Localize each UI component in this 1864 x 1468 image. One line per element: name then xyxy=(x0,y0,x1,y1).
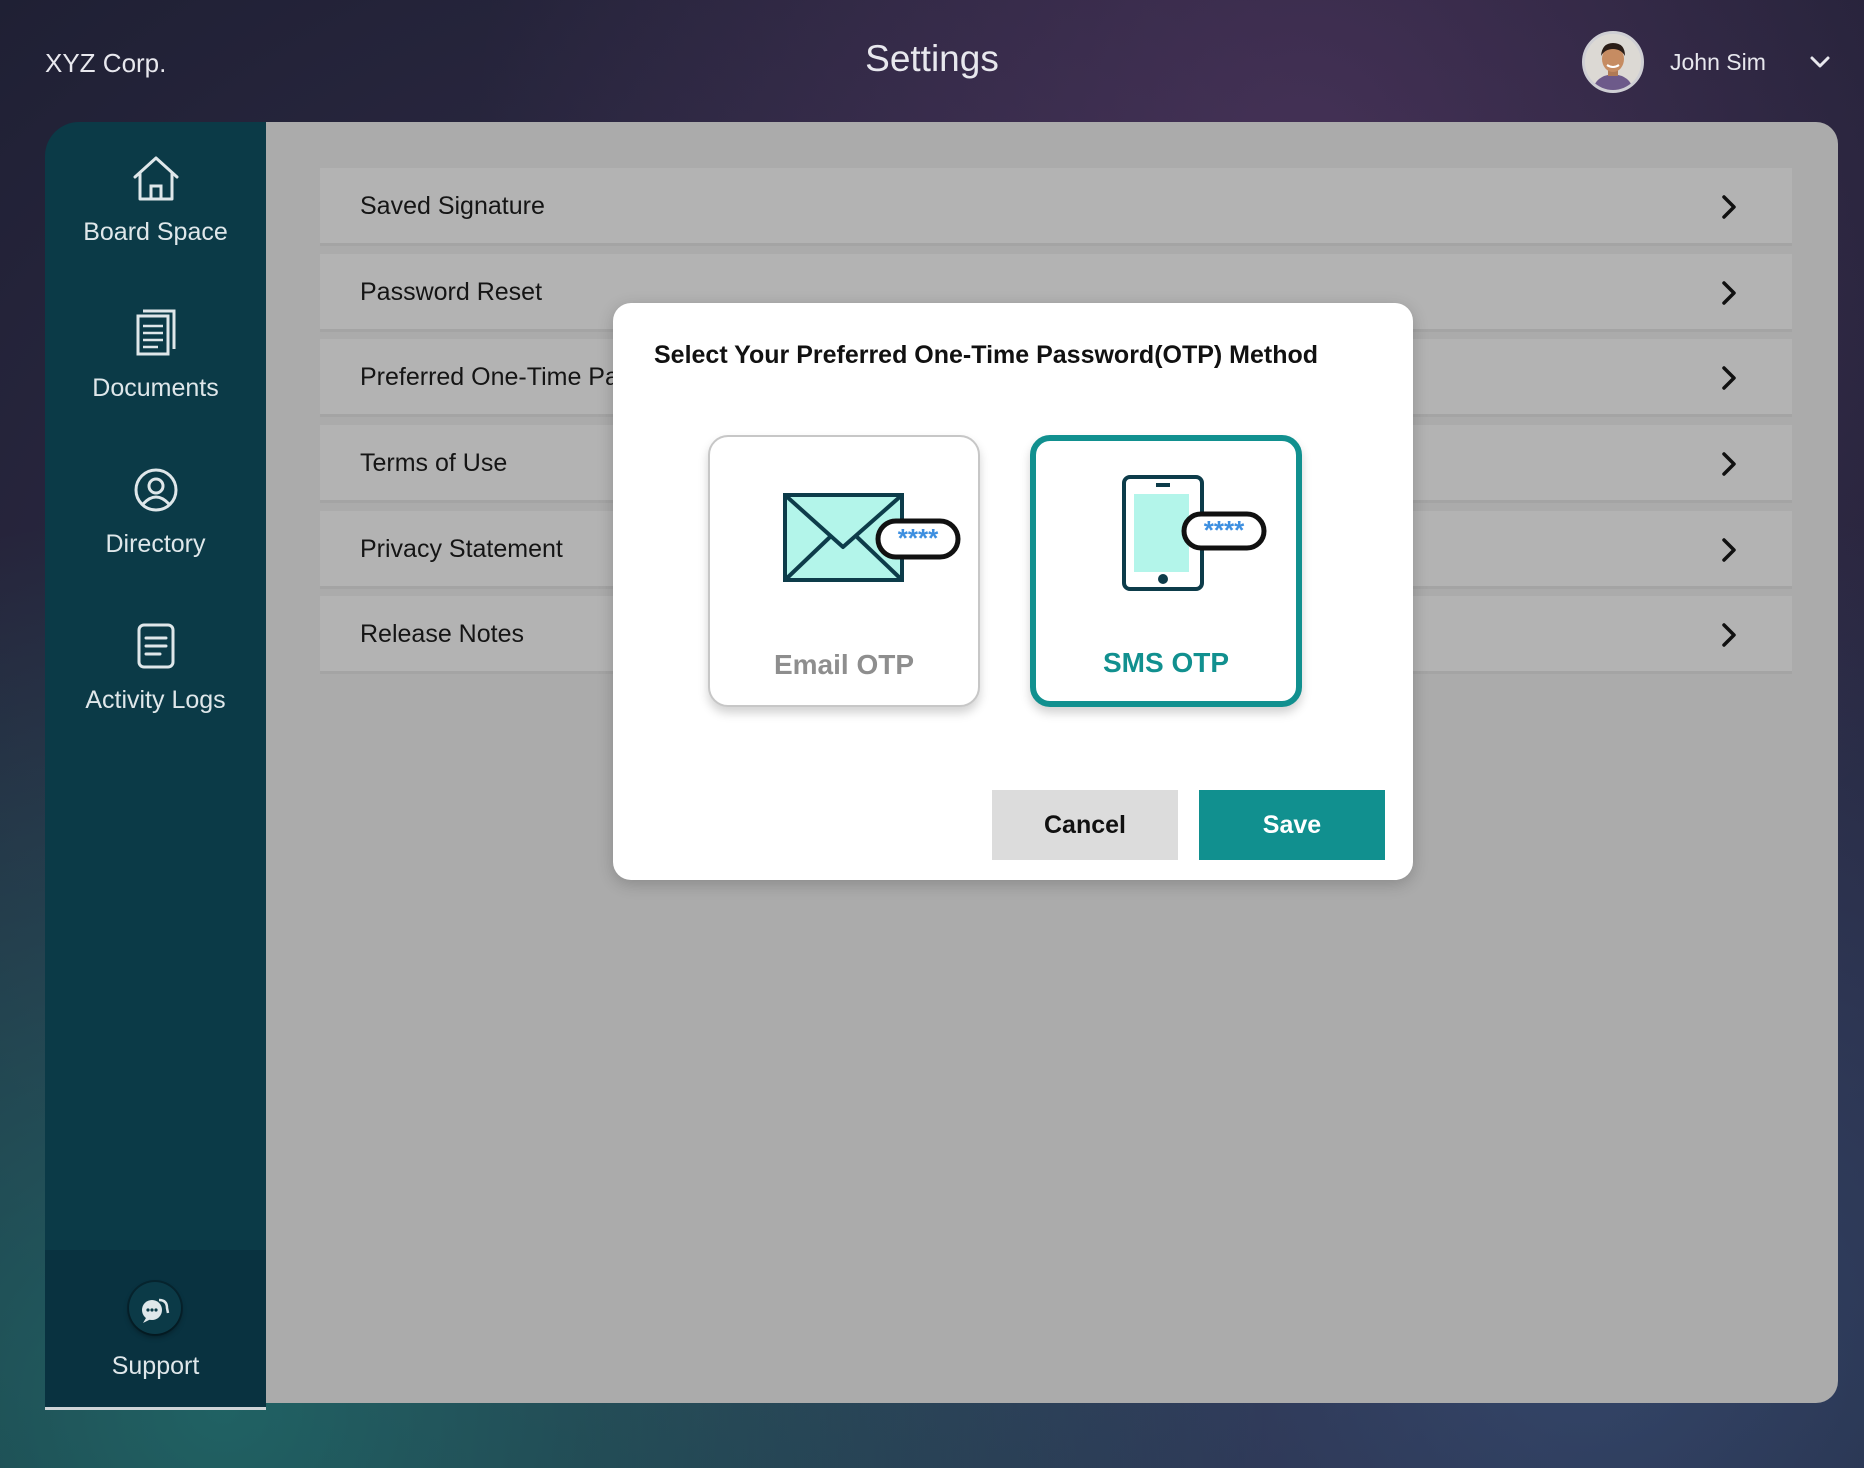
email-otp-label: Email OTP xyxy=(773,649,915,680)
settings-row-label: Preferred One-Time Pa xyxy=(360,363,619,391)
chevron-right-icon xyxy=(1722,195,1736,219)
settings-row-label: Terms of Use xyxy=(360,449,508,477)
settings-row-label: Password Reset xyxy=(360,278,543,306)
support-panel: Support xyxy=(45,1250,266,1407)
sidebar-item-directory[interactable]: Directory xyxy=(45,462,266,559)
chevron-right-icon xyxy=(1722,452,1736,476)
sidebar-item-label: Directory xyxy=(105,530,206,558)
home-icon xyxy=(133,156,178,201)
user-circle-icon xyxy=(134,468,177,512)
chat-icon xyxy=(142,1298,170,1323)
chevron-right-icon xyxy=(1722,623,1736,647)
save-button[interactable]: Save xyxy=(1199,790,1385,860)
settings-row-label: Saved Signature xyxy=(360,192,545,220)
sidebar: Board Space Documents Directory Activity… xyxy=(45,122,266,1410)
top-bar: XYZ Corp. Settings John Sim xyxy=(0,0,1864,122)
documents-icon xyxy=(136,309,175,356)
settings-row-label: Privacy Statement xyxy=(360,535,563,563)
support-button[interactable] xyxy=(129,1282,181,1334)
email-otp-mask: **** xyxy=(898,523,939,553)
sms-otp-label: SMS OTP xyxy=(1102,647,1229,678)
settings-row-saved-signature[interactable]: Saved Signature xyxy=(320,168,1792,246)
otp-method-dialog: Select Your Preferred One-Time Password(… xyxy=(613,303,1413,880)
support-label[interactable]: Support xyxy=(45,1352,266,1381)
chevron-down-icon[interactable] xyxy=(1806,48,1834,76)
chevron-right-icon xyxy=(1722,366,1736,390)
dialog-title: Select Your Preferred One-Time Password(… xyxy=(654,341,1319,369)
settings-row-label: Release Notes xyxy=(360,620,524,648)
sidebar-item-board-space[interactable]: Board Space xyxy=(45,150,266,247)
chevron-right-icon xyxy=(1722,281,1736,305)
user-menu[interactable]: John Sim xyxy=(1582,30,1834,94)
chevron-right-icon xyxy=(1722,538,1736,562)
cancel-button[interactable]: Cancel xyxy=(992,790,1178,860)
avatar[interactable] xyxy=(1582,31,1644,93)
email-otp-option[interactable]: **** Email OTP xyxy=(708,435,980,707)
sidebar-item-documents[interactable]: Documents xyxy=(45,306,266,403)
sidebar-item-label: Documents xyxy=(92,374,219,402)
sidebar-item-label: Board Space xyxy=(83,218,228,246)
sidebar-item-activity-logs[interactable]: Activity Logs xyxy=(45,618,266,715)
list-icon xyxy=(137,623,174,669)
sms-otp-option[interactable]: **** SMS OTP xyxy=(1030,435,1302,707)
sms-otp-mask: **** xyxy=(1204,515,1245,545)
sidebar-item-label: Activity Logs xyxy=(85,686,226,714)
user-name[interactable]: John Sim xyxy=(1670,49,1766,76)
